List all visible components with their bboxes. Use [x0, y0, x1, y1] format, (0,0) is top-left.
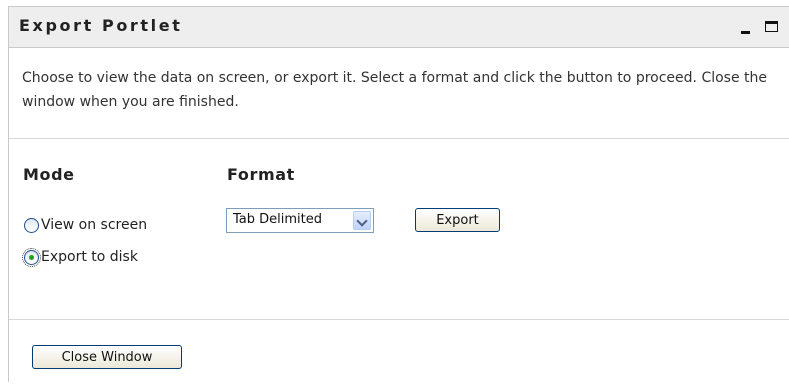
chevron-down-icon[interactable]	[353, 211, 371, 230]
divider	[9, 138, 789, 139]
maximize-box	[765, 21, 778, 32]
view-on-screen-label: View on screen	[41, 217, 148, 233]
export-to-disk-option[interactable]: Export to disk	[22, 247, 138, 267]
mode-heading: Mode	[23, 165, 75, 184]
portlet-titlebar: Export Portlet	[9, 7, 789, 48]
format-select[interactable]: Tab Delimited	[226, 208, 374, 233]
view-on-screen-radio[interactable]	[24, 217, 39, 233]
view-on-screen-option[interactable]: View on screen	[24, 217, 147, 233]
format-select-value: Tab Delimited	[233, 212, 322, 227]
export-to-disk-radio[interactable]	[22, 247, 41, 267]
portlet-title: Export Portlet	[19, 16, 183, 35]
export-portlet: Export Portlet Choose to view the data o…	[8, 6, 789, 382]
format-heading: Format	[227, 165, 295, 184]
export-to-disk-label: Export to disk	[41, 249, 138, 265]
minimize-icon[interactable]	[739, 19, 755, 35]
divider	[9, 319, 789, 320]
export-button[interactable]: Export	[415, 208, 500, 232]
maximize-icon[interactable]	[765, 19, 781, 35]
instructions-text: Choose to view the data on screen, or ex…	[22, 70, 768, 110]
minimize-bar	[741, 31, 750, 34]
close-window-button[interactable]: Close Window	[32, 345, 182, 369]
